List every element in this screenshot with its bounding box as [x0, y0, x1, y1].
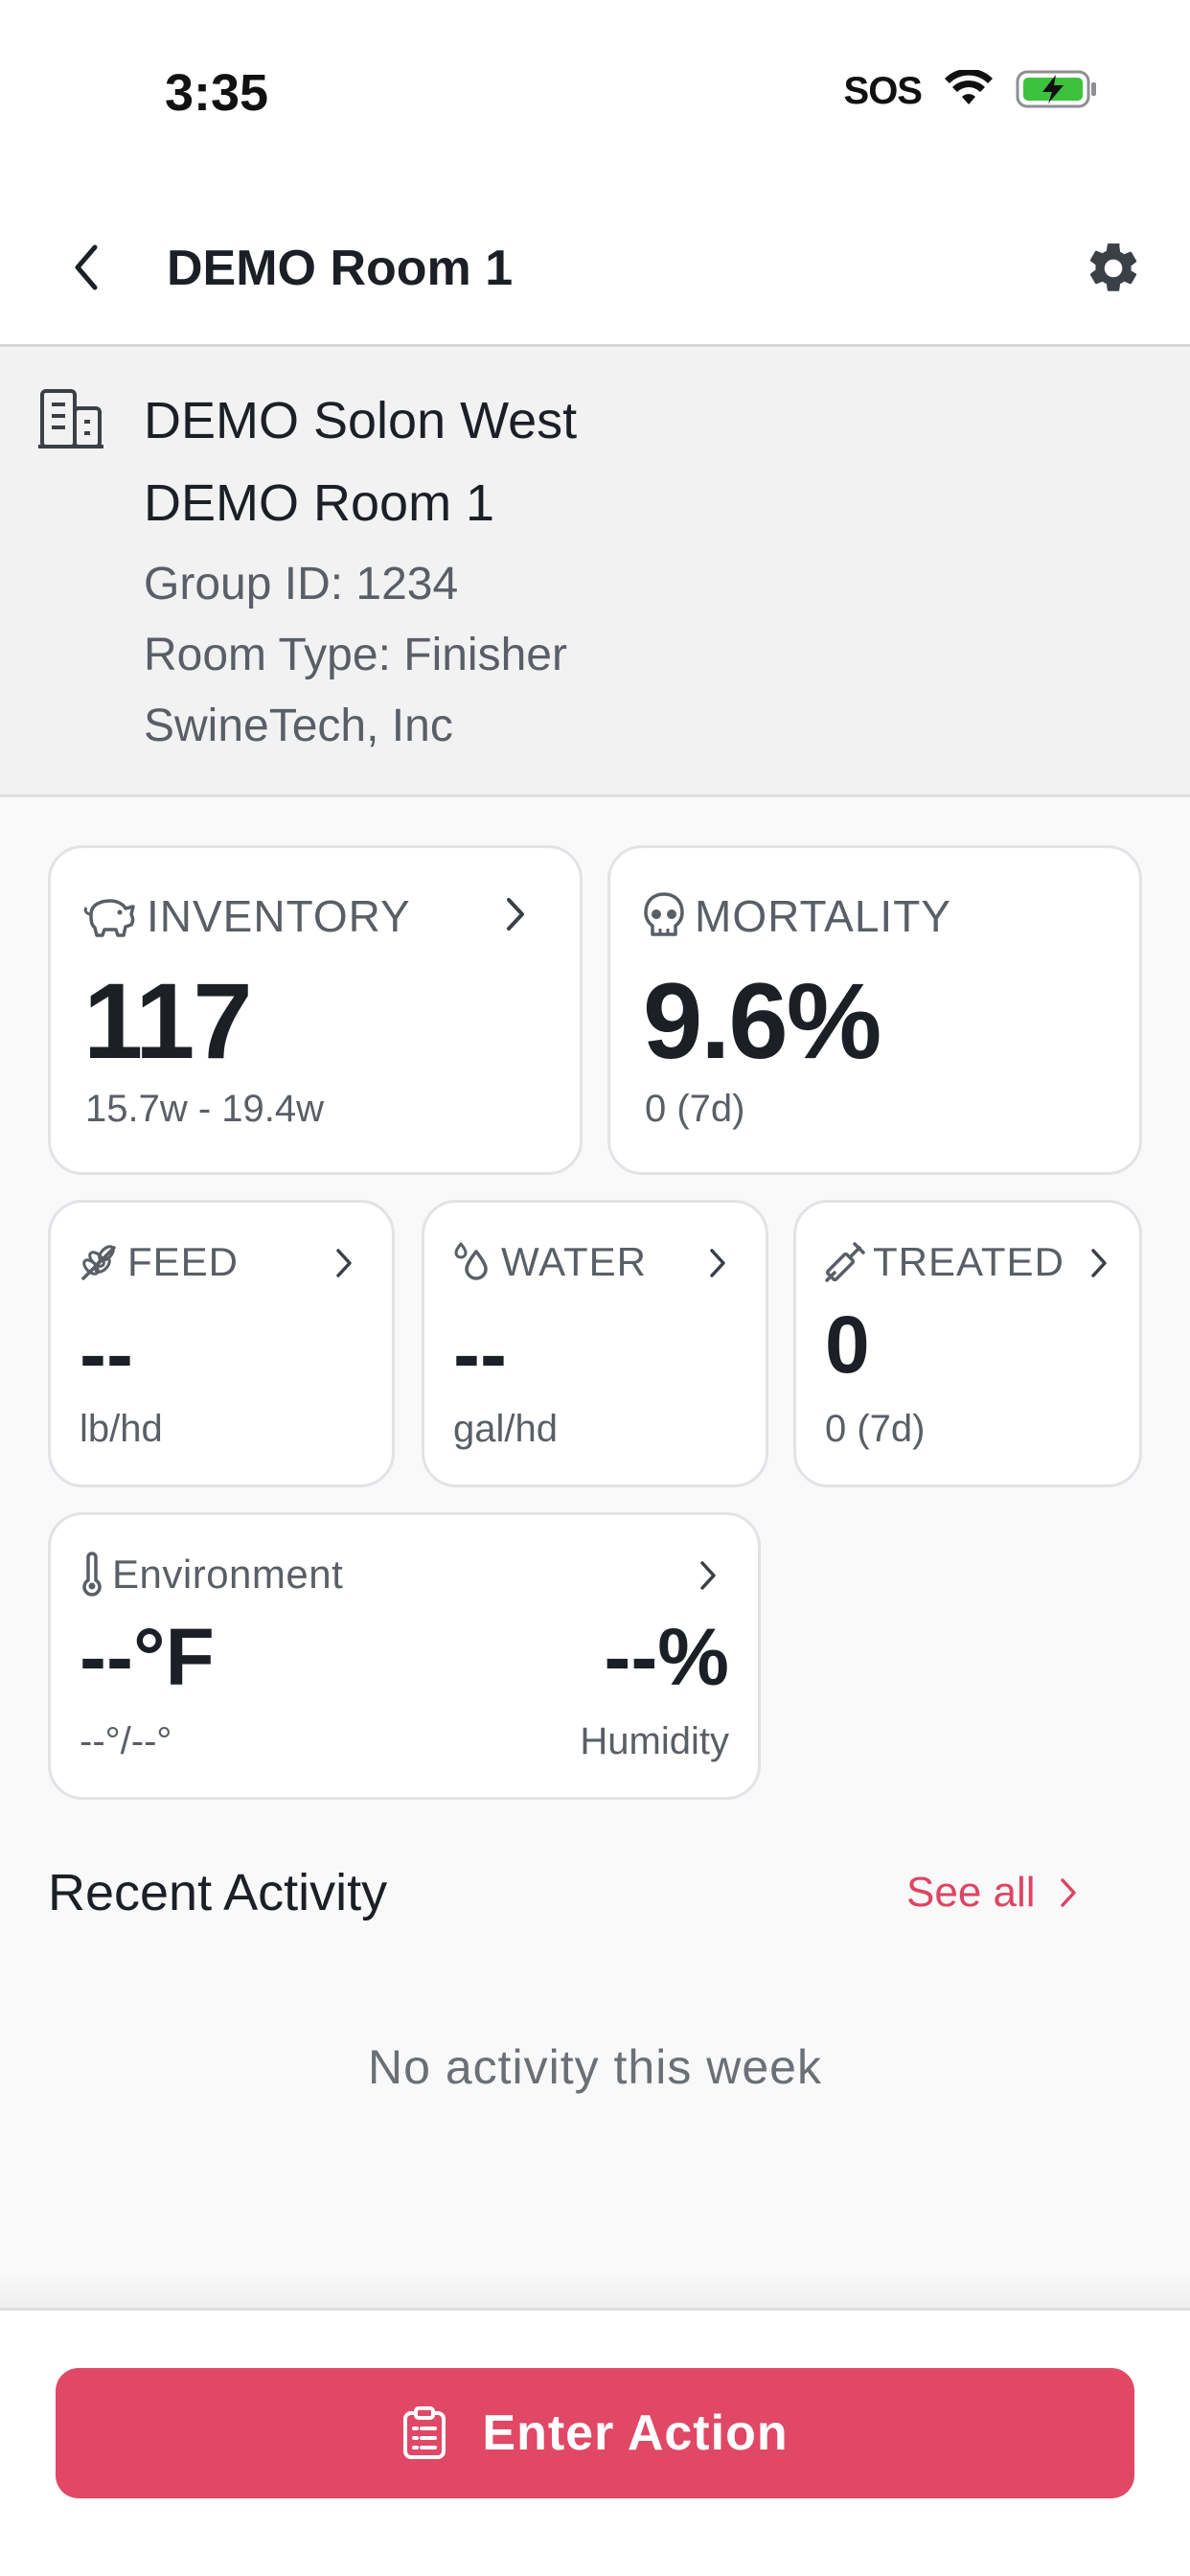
chevron-right-icon	[700, 1561, 716, 1590]
bottom-shadow	[0, 2271, 1190, 2308]
skull-icon	[644, 892, 684, 936]
syringe-icon	[825, 1242, 865, 1282]
chevron-right-icon	[710, 1249, 725, 1277]
room-name: DEMO Room 1	[144, 474, 495, 532]
inventory-weeks: 15.7w - 19.4w	[85, 1088, 325, 1130]
mortality-7d: 0 (7d)	[645, 1088, 745, 1130]
inventory-label: INVENTORY	[147, 891, 411, 941]
feed-label: FEED	[127, 1239, 240, 1284]
feed-value: --	[80, 1309, 133, 1399]
water-card[interactable]: WATER -- gal/hd	[422, 1200, 768, 1487]
back-button[interactable]	[57, 234, 115, 301]
settings-button[interactable]	[1075, 230, 1152, 307]
battery-charging-icon	[1016, 69, 1098, 114]
chevron-right-icon	[1060, 1878, 1076, 1907]
humidity-value: --%	[604, 1612, 729, 1702]
mortality-label: MORTALITY	[695, 891, 951, 941]
group-id: Group ID: 1234	[144, 559, 459, 610]
environment-label: Environment	[112, 1552, 344, 1597]
status-bar: 3:35 SOS	[0, 0, 1190, 192]
water-drops-icon	[454, 1242, 488, 1280]
clipboard-icon	[403, 2406, 446, 2459]
chevron-right-icon	[507, 898, 524, 931]
pig-icon	[83, 899, 135, 937]
mortality-card: MORTALITY 9.6% 0 (7d)	[607, 845, 1142, 1175]
environment-card[interactable]: Environment --°F --°/--° --% Humidity	[48, 1512, 761, 1800]
chevron-right-icon	[1091, 1249, 1107, 1277]
empty-activity-message: No activity this week	[368, 2040, 822, 2094]
building-icon	[36, 387, 105, 455]
mortality-value: 9.6%	[643, 961, 881, 1081]
temperature-value: --°F	[80, 1612, 215, 1702]
water-value: --	[453, 1309, 507, 1399]
see-all-label: See all	[906, 1869, 1036, 1916]
see-all-link[interactable]: See all	[906, 1869, 1078, 1917]
water-label: WATER	[501, 1239, 647, 1284]
environment-header: Environment	[78, 1552, 343, 1598]
bottom-action-bar: Enter Action	[0, 2308, 1190, 2576]
feed-unit: lb/hd	[80, 1408, 163, 1450]
room-info-panel: DEMO Solon West DEMO Room 1 Group ID: 12…	[0, 347, 1190, 797]
site-name: DEMO Solon West	[144, 392, 578, 449]
company-name: SwineTech, Inc	[144, 701, 453, 751]
temperature-range: --°/--°	[80, 1720, 172, 1762]
enter-action-button[interactable]: Enter Action	[56, 2368, 1134, 2498]
feed-card[interactable]: FEED -- lb/hd	[48, 1200, 395, 1487]
thermometer-icon	[82, 1552, 102, 1597]
feed-header: FEED	[78, 1239, 239, 1285]
status-icons: SOS	[843, 68, 1098, 114]
treated-header: TREATED	[823, 1239, 1064, 1285]
water-unit: gal/hd	[453, 1408, 558, 1450]
room-type: Room Type: Finisher	[144, 630, 567, 680]
water-header: WATER	[451, 1239, 647, 1285]
mortality-header: MORTALITY	[641, 890, 951, 942]
humidity-label: Humidity	[580, 1720, 729, 1762]
navigation-bar: DEMO Room 1	[0, 192, 1190, 347]
page-title: DEMO Room 1	[167, 241, 514, 296]
inventory-value: 117	[83, 961, 253, 1081]
gear-icon	[1089, 243, 1137, 291]
status-time: 3:35	[165, 64, 269, 122]
treated-card[interactable]: TREATED 0 0 (7d)	[793, 1200, 1142, 1487]
inventory-card[interactable]: INVENTORY 117 15.7w - 19.4w	[48, 845, 583, 1175]
chevron-right-icon	[336, 1249, 352, 1277]
recent-activity-title: Recent Activity	[48, 1864, 388, 1921]
treated-7d: 0 (7d)	[825, 1408, 926, 1450]
wheat-icon	[81, 1245, 116, 1280]
sos-indicator: SOS	[843, 70, 923, 112]
treated-label: TREATED	[873, 1239, 1064, 1284]
chevron-left-icon	[75, 244, 98, 290]
enter-action-label: Enter Action	[482, 2405, 789, 2461]
inventory-header: INVENTORY	[81, 890, 411, 942]
treated-value: 0	[825, 1300, 870, 1390]
wifi-icon	[943, 68, 995, 113]
